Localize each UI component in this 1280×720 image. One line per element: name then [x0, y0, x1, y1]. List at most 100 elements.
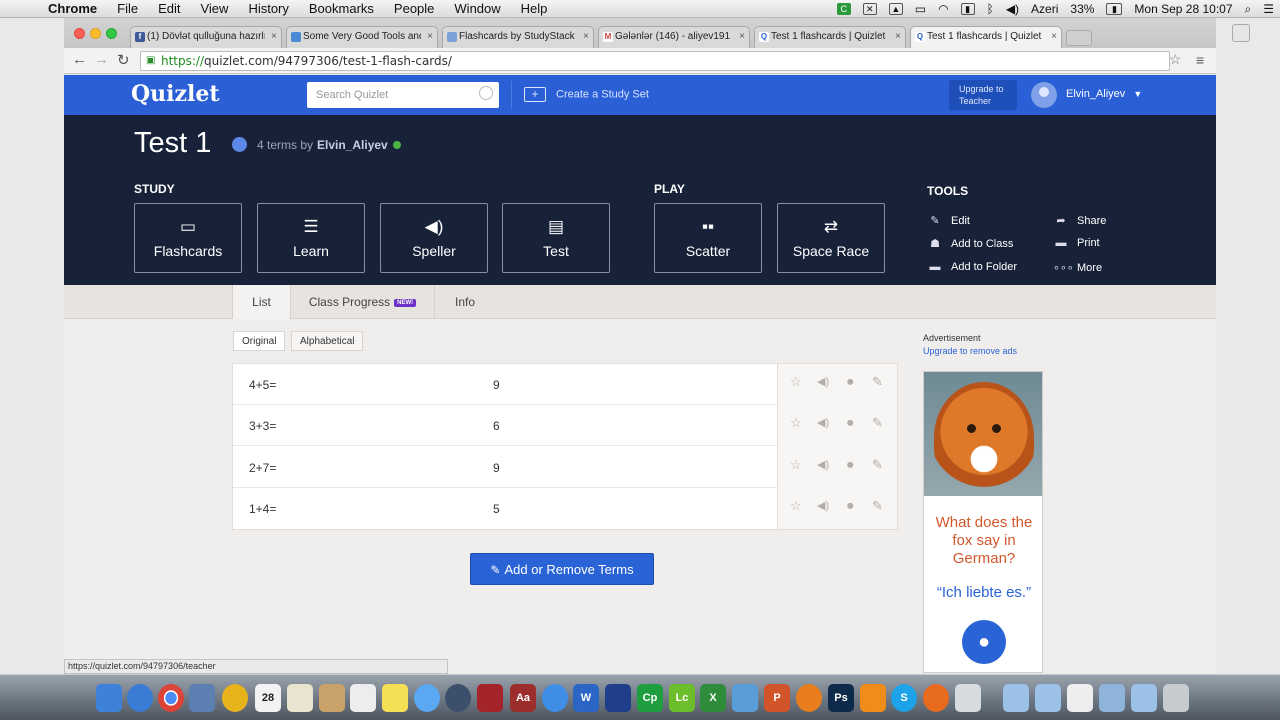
- menu-help[interactable]: Help: [511, 0, 558, 18]
- learn-button[interactable]: ☰ Learn: [257, 203, 365, 273]
- menu-edit[interactable]: Edit: [148, 0, 190, 18]
- tab-close-icon[interactable]: ×: [271, 31, 277, 42]
- folder-icon[interactable]: [1035, 684, 1061, 712]
- launchpad-icon[interactable]: [189, 684, 215, 712]
- airplay-icon[interactable]: ▭: [915, 2, 926, 16]
- edit-term-icon[interactable]: ✎: [872, 374, 883, 390]
- tab-close-icon[interactable]: ×: [427, 31, 433, 42]
- star-icon[interactable]: ☆: [790, 457, 802, 473]
- audio-icon[interactable]: ◀): [817, 375, 829, 388]
- photo-booth-icon[interactable]: [477, 684, 503, 712]
- quizlet-logo[interactable]: Quizlet: [131, 81, 220, 107]
- microphone-icon[interactable]: ⏺: [847, 374, 854, 390]
- window-close-button[interactable]: [74, 28, 85, 39]
- search-input[interactable]: Search Quizlet: [307, 82, 499, 108]
- word-icon[interactable]: W: [573, 684, 599, 712]
- star-icon[interactable]: ☆: [790, 374, 802, 390]
- notes-icon[interactable]: [287, 684, 313, 712]
- tab-close-icon[interactable]: ×: [583, 31, 589, 42]
- stickies-icon[interactable]: [382, 684, 408, 712]
- status-close-icon[interactable]: ✕: [862, 3, 877, 15]
- textedit-icon[interactable]: [350, 684, 376, 712]
- downloads-icon[interactable]: [1099, 684, 1125, 712]
- menu-view[interactable]: View: [190, 0, 238, 18]
- chrome-icon[interactable]: [158, 684, 184, 712]
- quicktime-icon[interactable]: [445, 684, 471, 712]
- speller-button[interactable]: ◀) Speller: [380, 203, 488, 273]
- bluetooth-icon[interactable]: ᛒ: [987, 2, 994, 16]
- more-tool[interactable]: ∘∘∘ More: [1053, 261, 1102, 274]
- create-study-set-link[interactable]: + Create a Study Set: [524, 87, 649, 102]
- author-link[interactable]: Elvin_Aliyev: [317, 138, 388, 152]
- preview-icon[interactable]: [955, 684, 981, 712]
- edit-term-icon[interactable]: ✎: [872, 498, 883, 514]
- menu-window[interactable]: Window: [444, 0, 510, 18]
- audio-icon[interactable]: ◀): [817, 499, 829, 512]
- menu-history[interactable]: History: [238, 0, 298, 18]
- tab-info[interactable]: Info: [435, 285, 495, 319]
- notification-center-icon[interactable]: ☰: [1263, 2, 1274, 16]
- captivate-icon[interactable]: Cp: [637, 684, 663, 712]
- window-minimize-button[interactable]: [90, 28, 101, 39]
- profile-button[interactable]: [1232, 24, 1250, 42]
- wifi-icon[interactable]: ◠: [938, 2, 948, 16]
- share-tool[interactable]: ➦ Share: [1053, 214, 1106, 227]
- scatter-button[interactable]: ▪▪ Scatter: [654, 203, 762, 273]
- messages-icon[interactable]: [414, 684, 440, 712]
- add-or-remove-terms-button[interactable]: ✎ Add or Remove Terms: [470, 553, 654, 585]
- browser-tab-active[interactable]: Q Test 1 flashcards | Quizlet ×: [910, 26, 1062, 48]
- finder-icon[interactable]: [96, 684, 122, 712]
- menu-people[interactable]: People: [384, 0, 444, 18]
- back-icon[interactable]: ←: [72, 51, 87, 68]
- audio-icon[interactable]: ◀): [817, 458, 829, 471]
- edit-term-icon[interactable]: ✎: [872, 415, 883, 431]
- menu-app-name[interactable]: Chrome: [40, 0, 107, 18]
- browser-tab[interactable]: M Gələnlər (146) - aliyev191 ×: [598, 26, 750, 48]
- address-bar[interactable]: ▣ https://quizlet.com/94797306/test-1-fl…: [140, 51, 1170, 71]
- add-to-folder-tool[interactable]: ▬ Add to Folder: [927, 261, 1018, 273]
- space-race-button[interactable]: ⇄ Space Race: [777, 203, 885, 273]
- volume-icon[interactable]: ◀): [1006, 2, 1019, 16]
- avatar[interactable]: [1031, 82, 1057, 108]
- status-app-icon[interactable]: C: [836, 3, 851, 15]
- powerpoint-icon[interactable]: P: [764, 684, 790, 712]
- safari-icon[interactable]: [127, 684, 153, 712]
- forward-icon[interactable]: →: [94, 51, 109, 68]
- microphone-icon[interactable]: ⏺: [847, 415, 854, 431]
- microphone-icon[interactable]: ⏺: [847, 457, 854, 473]
- audio-icon[interactable]: ◀): [817, 416, 829, 429]
- add-to-class-tool[interactable]: ☗ Add to Class: [927, 237, 1013, 250]
- microphone-icon[interactable]: ⏺: [847, 498, 854, 514]
- bookmark-star-icon[interactable]: ☆: [1169, 51, 1182, 68]
- edit-tool[interactable]: ✎ Edit: [927, 214, 970, 227]
- star-icon[interactable]: ☆: [790, 498, 802, 514]
- photoshop-icon[interactable]: Ps: [828, 684, 854, 712]
- calendar-icon[interactable]: 28: [255, 684, 281, 712]
- excel-icon[interactable]: X: [700, 684, 726, 712]
- document-icon[interactable]: [1067, 684, 1093, 712]
- search-icon[interactable]: [479, 86, 493, 100]
- vlc-icon[interactable]: [860, 684, 886, 712]
- battery-icon[interactable]: ▮: [1106, 3, 1123, 15]
- app-icon[interactable]: [605, 684, 631, 712]
- menu-file[interactable]: File: [107, 0, 148, 18]
- reload-icon[interactable]: ↻: [117, 51, 130, 69]
- tab-list[interactable]: List: [232, 285, 291, 319]
- flashcards-button[interactable]: ▭ Flashcards: [134, 203, 242, 273]
- dictionary-icon[interactable]: Aa: [510, 684, 536, 712]
- tab-close-icon[interactable]: ×: [739, 31, 745, 42]
- browser-tab[interactable]: Flashcards by StudyStack - ×: [442, 26, 594, 48]
- trash-icon[interactable]: [1163, 684, 1189, 712]
- contacts-icon[interactable]: [319, 684, 345, 712]
- chrome-menu-icon[interactable]: ≡: [1196, 52, 1204, 68]
- print-tool[interactable]: ▬ Print: [1053, 237, 1100, 249]
- author-avatar[interactable]: [232, 137, 247, 152]
- spotlight-icon[interactable]: ⌕: [1245, 2, 1252, 17]
- fish-app-icon[interactable]: [732, 684, 758, 712]
- sort-original-button[interactable]: Original: [233, 331, 286, 351]
- itunes-icon[interactable]: [542, 684, 568, 712]
- folder-icon[interactable]: [1003, 684, 1029, 712]
- star-icon[interactable]: ☆: [790, 415, 802, 431]
- tab-class-progress[interactable]: Class Progress NEW!: [291, 285, 435, 319]
- sort-alphabetical-button[interactable]: Alphabetical: [291, 331, 364, 351]
